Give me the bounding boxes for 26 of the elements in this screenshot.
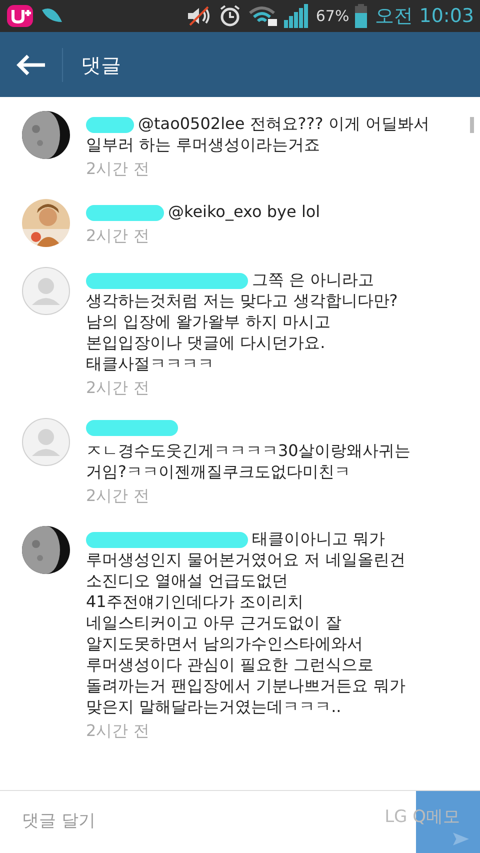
back-arrow-icon [15,52,47,76]
scrollbar [470,117,474,133]
battery-icon [355,4,368,28]
comment-input-field[interactable]: 댓글 달기 [0,791,300,853]
signal-icon [284,4,310,28]
moon-avatar [22,111,70,159]
wifi-icon [248,5,278,27]
comment-time: 2시간 전 [86,377,150,398]
clock-time: 오전 10:03 [375,4,474,29]
alarm-icon [218,4,242,28]
moon-avatar [22,526,70,574]
comment-text: ㅈㄴ경수도웃긴게ㅋㅋㅋㅋ30살이랑왜사귀는 거임?ㅋㅋ이젠깨질쿠크도없다미친ㅋ [86,420,458,482]
header-title: 댓글 [81,52,121,78]
redaction-mark [86,116,134,133]
comment-text: @keiko_exo bye lol [86,201,458,222]
comment-time: 2시간 전 [86,225,150,246]
carrier-logo-icon [6,4,34,28]
comment-time: 2시간 전 [86,720,150,741]
comment-text: 태클이아니고 뭐가 루머생성인지 물어본거였어요 저 네일올린건 소진디오 열애설 언급도없던 41주전얘기인데다가 조이리치 네일스티커이고 아무 근거도없이 잘 알지도못하면서 남의가수인스타에와서 루머생성이다 관심이 필요한 그런식으로 돌려까는거 팬입장에서 기분나쁘거든요 뭐가 맞은지 말해달라는거였는데ㅋㅋㅋ.. [86,528,406,717]
comment-time: 2시간 전 [86,485,150,506]
comment-text: @tao0502lee 전혀요??? 이게 어딜봐서 일부러 하는 루머생성이라는거죠 [86,113,430,155]
comment-time: 2시간 전 [86,158,150,179]
default-avatar [22,418,70,466]
comment-text: 그쪽 은 아니라고 생각하는것처럼 저는 맞다고 생각합니다만? 남의 입장에 왈가왈부 하지 마시고 본입입장이나 댓글에 다시던가요. 태클사절ㅋㅋㅋㅋ [86,269,399,374]
default-avatar [22,267,70,315]
battery-percent: 67% [316,6,350,27]
